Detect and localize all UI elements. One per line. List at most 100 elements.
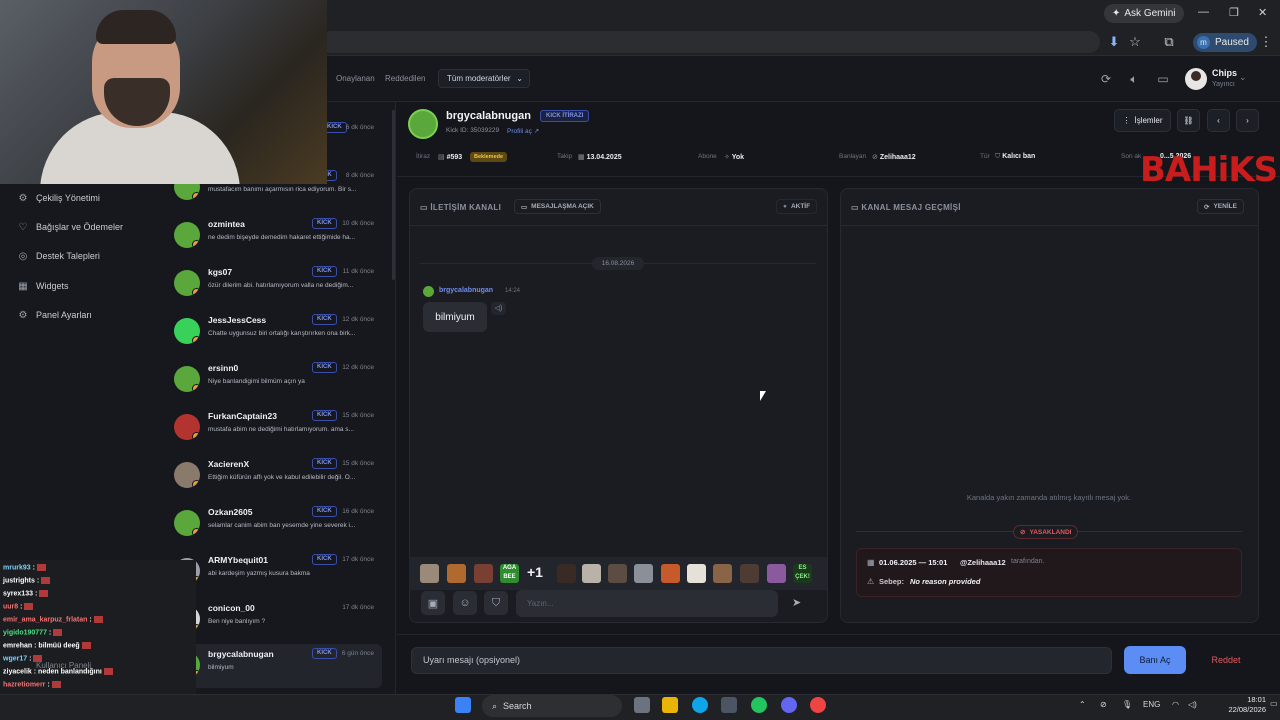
user-name: Chips [1212, 68, 1238, 78]
emote[interactable] [608, 564, 627, 583]
notification-icon[interactable]: ▭ [1270, 699, 1278, 708]
list-item[interactable]: brgycalabnugan KICK 6 gün önce bilmiyum [166, 644, 382, 688]
reject-button[interactable]: Reddet [1196, 646, 1256, 674]
emote[interactable] [634, 564, 653, 583]
messaging-open-chip[interactable]: ▭ MESAJLAŞMA AÇIK [514, 199, 601, 214]
meta-label: İtiraz [416, 153, 431, 160]
store-icon[interactable] [721, 697, 737, 713]
message-input[interactable]: Yazın... [516, 590, 778, 617]
language-indicator[interactable]: ENG [1143, 700, 1160, 709]
sidebar-item-giveaways[interactable]: ⚙ Çekiliş Yönetimi [18, 190, 100, 206]
document-icon: ▤ [438, 154, 445, 161]
page-title: brgycalabnugan [446, 110, 531, 122]
emote-plus-one[interactable]: +1 [527, 564, 543, 580]
moderator-select[interactable]: Tüm moderatörler ⌄ [438, 69, 530, 88]
chevron-down-icon: ⌄ [516, 74, 523, 83]
discord-icon[interactable] [781, 697, 797, 713]
profile-avatar: m [1197, 36, 1210, 49]
message-author[interactable]: brgycalabnugan [439, 287, 493, 294]
chevron-up-icon[interactable]: ⌃ [1079, 700, 1086, 709]
chat-text: : bilmüü deeğ [34, 642, 80, 650]
flag-icon [53, 629, 63, 636]
chrome-icon[interactable] [751, 697, 767, 713]
sidebar-item-widgets[interactable]: ▦ Widgets [18, 278, 68, 294]
volume-icon[interactable]: ◁) [1188, 700, 1197, 709]
chevron-down-icon[interactable]: ⌄ [1239, 72, 1247, 83]
date-separator: 16.08.2026 [592, 257, 644, 270]
unban-button[interactable]: Banı Aç [1124, 646, 1186, 674]
list-item[interactable]: XacierenX KICK 15 dk önce Ettiğim küfürün a… [166, 454, 382, 498]
chevron-right-icon[interactable]: › [1236, 109, 1259, 132]
flag-icon [24, 603, 34, 610]
network-off-icon[interactable]: ⊘ [1100, 700, 1107, 709]
chevron-left-icon[interactable]: ‹ [1207, 109, 1230, 132]
menu-dots-icon[interactable]: ⋮ [1258, 34, 1274, 50]
shield-icon[interactable]: ⛉ [484, 591, 508, 615]
emote[interactable]: ES ÇEK! [793, 564, 812, 583]
list-item[interactable]: ozmintea KICK 10 dk önce ne dedim bişeyde d… [166, 214, 382, 258]
search-input[interactable]: ⌕ Search [482, 695, 622, 717]
bookmark-star-icon[interactable]: ☆ [1127, 34, 1143, 50]
wifi-icon[interactable]: ◠ [1172, 700, 1179, 709]
ask-gemini-button[interactable]: ✦ Ask Gemini [1104, 4, 1184, 23]
task-view-icon[interactable] [634, 697, 650, 713]
microphone-icon[interactable]: 🎙︎ [1122, 700, 1132, 709]
close-icon[interactable]: ✕ [1258, 6, 1267, 19]
list-item[interactable]: ARMYbequit01 KICK 17 dk önce abi kardeşim y… [166, 550, 382, 594]
extensions-icon[interactable]: ⧉ [1161, 34, 1177, 50]
list-item[interactable]: FurkanCaptain23 KICK 15 dk önce mustafa abi… [166, 406, 382, 450]
emote[interactable] [740, 564, 759, 583]
edge-icon[interactable] [692, 697, 708, 713]
emote[interactable] [557, 564, 576, 583]
scrollbar[interactable] [392, 110, 395, 280]
emote[interactable] [713, 564, 732, 583]
tab-approved[interactable]: Onaylanan [336, 74, 375, 83]
minimize-icon[interactable]: — [1198, 6, 1209, 18]
link-icon[interactable]: ⛓ [1177, 109, 1200, 132]
profile-link[interactable]: Profili aç ↗ [507, 127, 539, 135]
image-icon[interactable]: ▣ [421, 591, 445, 615]
avatar [174, 510, 200, 536]
refresh-icon: ⟳ [1204, 203, 1210, 211]
list-item[interactable]: conicon_00 17 dk önce Ben niye banlıyım ? [166, 598, 382, 642]
chat-icon[interactable]: ▭ [1155, 71, 1171, 87]
clock[interactable]: 18:01 22/08/2026 [1210, 695, 1266, 715]
speaker-icon[interactable]: ◁) [491, 302, 506, 315]
meta-label: Abone [698, 153, 717, 160]
list-item[interactable]: Ozkan2605 KICK 16 dk önce selamlar canim ab… [166, 502, 382, 546]
emote[interactable] [687, 564, 706, 583]
emote[interactable]: AGA BEE [500, 564, 519, 583]
tab-rejected[interactable]: Reddedilen [385, 74, 425, 83]
meta-label: Tür [980, 153, 990, 160]
sidebar-item-donations[interactable]: ♡ Bağışlar ve Ödemeler [18, 219, 124, 235]
emote[interactable] [582, 564, 601, 583]
address-bar[interactable] [320, 31, 1100, 53]
emote[interactable] [661, 564, 680, 583]
file-explorer-icon[interactable] [662, 697, 678, 713]
list-item[interactable]: kgs07 KICK 11 dk önce özür dilerim abi. hat… [166, 262, 382, 306]
list-item[interactable]: JessJessCess KICK 12 dk önce Chatte uygunsu… [166, 310, 382, 354]
emote[interactable] [767, 564, 786, 583]
emote[interactable] [447, 564, 466, 583]
actions-button[interactable]: ⋮ İşlemler [1114, 109, 1171, 132]
avatar [174, 414, 200, 440]
chat-text: : [36, 577, 40, 585]
avatar[interactable] [1185, 68, 1207, 90]
emoji-icon[interactable]: ☺ [453, 591, 477, 615]
app-icon[interactable] [810, 697, 826, 713]
emote[interactable] [474, 564, 493, 583]
sound-icon[interactable]: 🔈︎ [1126, 71, 1142, 87]
maximize-icon[interactable]: ❐ [1229, 6, 1239, 19]
message-bubble: bilmiyum [423, 302, 487, 332]
sidebar-item-support[interactable]: ◎ Destek Talepleri [18, 248, 100, 264]
refresh-button[interactable]: ⟳ YENİLE [1197, 199, 1244, 214]
install-app-icon[interactable]: ⬇ [1106, 34, 1122, 50]
windows-start-icon[interactable] [455, 697, 471, 713]
warning-message-input[interactable]: Uyarı mesajı (opsiyonel) [411, 647, 1112, 674]
list-item[interactable]: ersinn0 KICK 12 dk önce Niye banlandigimi b… [166, 358, 382, 402]
refresh-icon[interactable]: ⟳ [1098, 71, 1114, 87]
profile-button[interactable]: m Paused [1193, 33, 1257, 52]
sidebar-item-settings[interactable]: ⚙ Panel Ayarları [18, 307, 92, 323]
send-icon[interactable]: ➤ [792, 596, 801, 609]
emote[interactable] [420, 564, 439, 583]
